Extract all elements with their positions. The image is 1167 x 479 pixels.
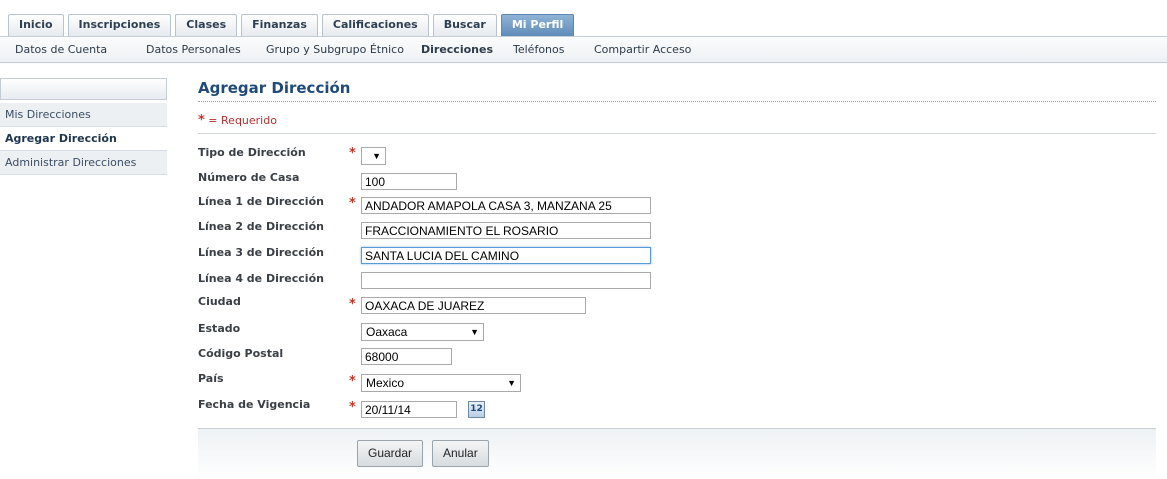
- sidebar-item-mis-direcciones[interactable]: Mis Direcciones: [0, 103, 167, 127]
- chevron-down-icon: ▼: [507, 378, 516, 388]
- label-numero-casa: Número de Casa: [198, 171, 300, 184]
- title-divider: [198, 101, 1156, 102]
- label-linea4: Línea 4 de Dirección: [198, 272, 324, 285]
- sidebar-item-agregar-direccion[interactable]: Agregar Dirección: [0, 127, 167, 151]
- subnav-direcciones[interactable]: Direcciones: [421, 37, 493, 62]
- linea2-input[interactable]: [361, 222, 651, 239]
- sub-nav: Datos de Cuenta Datos Personales Grupo y…: [0, 36, 1167, 63]
- tab-calificaciones[interactable]: Calificaciones: [321, 14, 429, 36]
- pais-select[interactable]: Mexico ▼: [361, 374, 521, 392]
- label-fecha-vigencia: Fecha de Vigencia: [198, 398, 311, 411]
- sidebar-item-administrar-direcciones[interactable]: Administrar Direcciones: [0, 151, 167, 175]
- label-codigo-postal: Código Postal: [198, 347, 284, 360]
- estado-value: Oaxaca: [366, 325, 408, 339]
- required-star: *: [349, 146, 356, 161]
- top-nav: Inicio Inscripciones Clases Finanzas Cal…: [0, 0, 1167, 36]
- tab-mi-perfil[interactable]: Mi Perfil: [500, 14, 575, 36]
- required-star: *: [349, 196, 356, 211]
- save-button[interactable]: Guardar: [357, 440, 424, 467]
- tipo-direccion-select[interactable]: ▼: [361, 147, 386, 165]
- estado-select[interactable]: Oaxaca ▼: [361, 323, 484, 341]
- label-estado: Estado: [198, 322, 241, 335]
- subnav-grupo-etnico[interactable]: Grupo y Subgrupo Étnico: [266, 37, 404, 62]
- label-linea3: Línea 3 de Dirección: [198, 246, 324, 259]
- form-footer: [198, 428, 1156, 479]
- linea3-input[interactable]: [361, 247, 651, 264]
- form-divider: [198, 133, 1156, 134]
- label-ciudad: Ciudad: [198, 295, 241, 308]
- label-pais: País: [198, 372, 224, 385]
- tab-inicio[interactable]: Inicio: [8, 14, 64, 36]
- codigo-postal-input[interactable]: [361, 348, 452, 365]
- main-tabs: Inicio Inscripciones Clases Finanzas Cal…: [8, 14, 578, 36]
- tab-buscar[interactable]: Buscar: [432, 14, 497, 36]
- required-star: *: [198, 113, 205, 128]
- required-note: * = Requerido: [198, 113, 277, 128]
- required-star: *: [349, 374, 356, 389]
- subnav-compartir-acceso[interactable]: Compartir Acceso: [594, 37, 691, 62]
- required-star: *: [349, 400, 356, 415]
- pais-value: Mexico: [366, 376, 405, 390]
- calendar-icon[interactable]: 12: [468, 401, 485, 418]
- label-linea1: Línea 1 de Dirección: [198, 195, 324, 208]
- required-note-text: = Requerido: [204, 114, 277, 127]
- required-star: *: [349, 297, 356, 312]
- label-tipo-direccion: Tipo de Dirección: [198, 146, 306, 159]
- linea1-input[interactable]: [361, 197, 651, 214]
- subnav-datos-cuenta[interactable]: Datos de Cuenta: [15, 37, 107, 62]
- chevron-down-icon: ▼: [372, 151, 381, 161]
- ciudad-input[interactable]: [361, 297, 586, 314]
- tab-clases[interactable]: Clases: [175, 14, 238, 36]
- tab-inscripciones[interactable]: Inscripciones: [67, 14, 172, 36]
- subnav-telefonos[interactable]: Teléfonos: [513, 37, 564, 62]
- chevron-down-icon: ▼: [470, 327, 479, 337]
- fecha-vigencia-input[interactable]: [361, 401, 457, 418]
- cancel-button[interactable]: Anular: [432, 440, 489, 467]
- tab-finanzas[interactable]: Finanzas: [241, 14, 318, 36]
- numero-casa-input[interactable]: [361, 173, 457, 190]
- label-linea2: Línea 2 de Dirección: [198, 220, 324, 233]
- subnav-datos-personales[interactable]: Datos Personales: [146, 37, 241, 62]
- linea4-input[interactable]: [361, 272, 651, 289]
- sidebar-header: [0, 78, 167, 100]
- page-title: Agregar Dirección: [198, 79, 351, 97]
- sidebar: Mis Direcciones Agregar Dirección Admini…: [0, 78, 167, 175]
